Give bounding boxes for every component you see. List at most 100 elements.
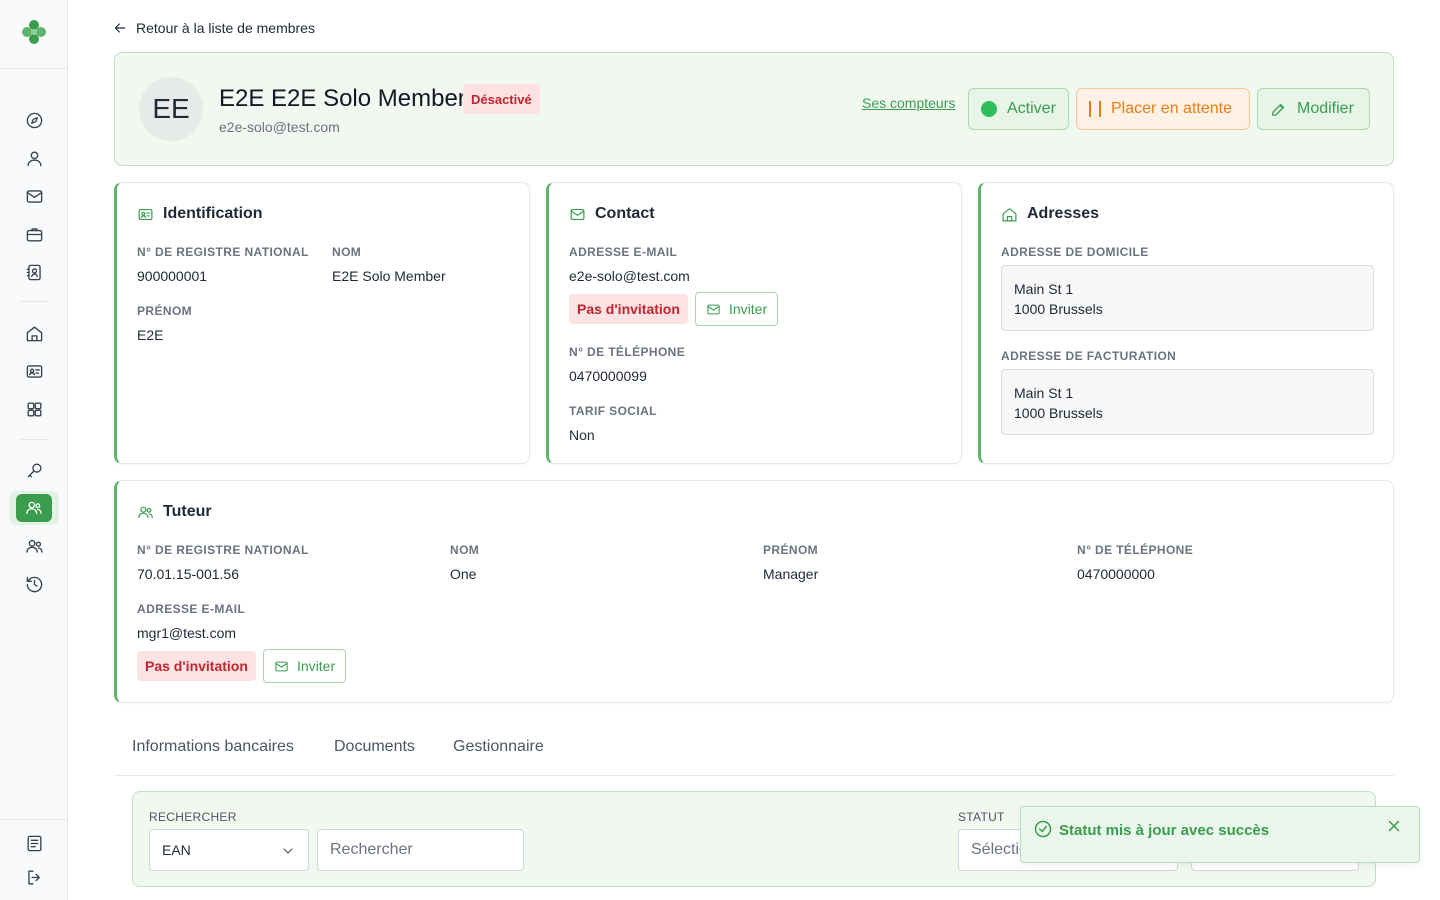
status-filter-label: STATUT — [958, 810, 1005, 824]
tab-documents[interactable]: Documents — [334, 738, 415, 756]
addresses-title: Adresses — [1001, 205, 1099, 223]
id-card-icon[interactable] — [22, 359, 46, 383]
users-icon[interactable] — [22, 534, 46, 558]
search-input[interactable] — [317, 829, 524, 871]
tab-bank-info[interactable]: Informations bancaires — [132, 738, 294, 756]
identification-card: Identification N° DE REGISTRE NATIONAL 9… — [114, 182, 530, 464]
guardian-nrn-value: 70.01.15-001.56 — [137, 566, 239, 582]
key-icon[interactable] — [22, 458, 46, 482]
firstname-label: PRÉNOM — [137, 304, 193, 318]
social-tariff-value: Non — [569, 427, 595, 443]
back-to-members-link[interactable]: Retour à la liste de membres — [112, 20, 315, 36]
success-toast: Statut mis à jour avec succès — [1020, 806, 1420, 863]
guardian-phone-label: N° DE TÉLÉPHONE — [1077, 543, 1194, 557]
sidebar-divider — [0, 819, 68, 820]
sidebar — [0, 0, 68, 900]
edit-button-label: Modifier — [1297, 100, 1354, 117]
contact-title: Contact — [569, 205, 655, 223]
identification-title-text: Identification — [163, 205, 263, 222]
member-name: E2E E2E Solo Member — [219, 85, 466, 112]
avatar: EE — [139, 77, 203, 141]
tab-manager[interactable]: Gestionnaire — [453, 738, 544, 756]
guardian-nrn-label: N° DE REGISTRE NATIONAL — [137, 543, 309, 557]
id-card-icon — [138, 208, 153, 220]
billing-address-label: ADRESSE DE FACTURATION — [1001, 349, 1177, 363]
back-link-label: Retour à la liste de membres — [136, 20, 315, 36]
user-icon[interactable] — [22, 146, 46, 170]
contact-book-icon[interactable] — [22, 260, 46, 284]
lastname-label: NOM — [332, 245, 362, 259]
hold-button-label: Placer en attente — [1111, 100, 1232, 117]
mail-icon — [570, 208, 585, 220]
edit-button[interactable]: Modifier — [1257, 88, 1370, 130]
phone-label: N° DE TÉLÉPHONE — [569, 345, 686, 359]
mail-icon[interactable] — [22, 184, 46, 208]
guardian-card: Tuteur N° DE REGISTRE NATIONAL 70.01.15-… — [114, 480, 1394, 703]
close-icon[interactable] — [1385, 817, 1405, 837]
invitation-status-badge: Pas d'invitation — [569, 294, 688, 324]
contact-title-text: Contact — [595, 205, 655, 222]
toast-message: Statut mis à jour avec succès — [1059, 822, 1270, 839]
pause-icon — [1089, 101, 1101, 117]
users-icon — [138, 506, 153, 518]
lastname-value: E2E Solo Member — [332, 268, 446, 284]
counters-link[interactable]: Ses compteurs — [862, 95, 955, 111]
guardian-title: Tuteur — [137, 503, 212, 521]
contact-card: Contact ADRESSE E-MAIL e2e-solo@test.com… — [546, 182, 962, 464]
mail-icon — [707, 304, 720, 314]
guardian-firstname-value: Manager — [763, 566, 819, 582]
home-address-box: Main St 1 1000 Brussels — [1001, 265, 1374, 331]
grid-icon[interactable] — [22, 397, 46, 421]
pencil-icon — [1272, 103, 1285, 116]
guardian-phone-value: 0470000000 — [1077, 566, 1155, 582]
nrn-label: N° DE REGISTRE NATIONAL — [137, 245, 309, 259]
guardian-invitation-status-badge: Pas d'invitation — [137, 651, 256, 681]
logout-icon[interactable] — [22, 865, 46, 889]
addresses-title-text: Adresses — [1027, 205, 1100, 222]
document-list-icon[interactable] — [22, 831, 46, 855]
billing-address-line2: 1000 Brussels — [1014, 405, 1103, 421]
mail-icon — [275, 661, 288, 671]
home-address-line1: Main St 1 — [1014, 281, 1074, 297]
nrn-value: 900000001 — [137, 268, 208, 284]
guardian-email-value: mgr1@test.com — [137, 625, 237, 641]
billing-address-box: Main St 1 1000 Brussels — [1001, 369, 1374, 435]
history-icon[interactable] — [22, 572, 46, 596]
guardian-lastname-label: NOM — [450, 543, 480, 557]
home-address-line2: 1000 Brussels — [1014, 301, 1103, 317]
home-icon[interactable] — [22, 321, 46, 345]
compass-icon[interactable] — [22, 108, 46, 132]
guardian-title-text: Tuteur — [163, 503, 212, 520]
home-address-label: ADRESSE DE DOMICILE — [1001, 245, 1149, 259]
firstname-value: E2E — [137, 327, 164, 343]
sidebar-divider — [20, 301, 48, 302]
sidebar-divider — [20, 439, 48, 440]
phone-value: 0470000099 — [569, 368, 647, 384]
identification-title: Identification — [137, 205, 263, 223]
email-value: e2e-solo@test.com — [569, 268, 690, 284]
activate-button-label: Activer — [1007, 100, 1056, 117]
status-dot-icon — [981, 101, 997, 117]
activate-button[interactable]: Activer — [968, 88, 1069, 130]
guardian-invite-button[interactable]: Inviter — [263, 649, 347, 683]
invite-button[interactable]: Inviter — [695, 292, 779, 326]
email-label: ADRESSE E-MAIL — [569, 245, 678, 259]
guardian-email-label: ADRESSE E-MAIL — [137, 602, 246, 616]
social-tariff-label: TARIF SOCIAL — [569, 404, 657, 418]
briefcase-icon[interactable] — [22, 222, 46, 246]
guardian-invite-button-label: Inviter — [297, 658, 336, 674]
arrow-left-icon — [114, 23, 126, 33]
chevron-down-icon — [283, 848, 293, 854]
clover-logo-icon[interactable] — [20, 18, 48, 48]
guardian-firstname-label: PRÉNOM — [763, 543, 819, 557]
invite-button-label: Inviter — [729, 301, 768, 317]
status-badge: Désactivé — [463, 84, 540, 114]
hold-button[interactable]: Placer en attente — [1076, 88, 1250, 130]
member-email: e2e-solo@test.com — [219, 119, 340, 135]
detail-tabs: Informations bancaires Documents Gestion… — [114, 727, 1394, 776]
home-icon — [1002, 207, 1017, 221]
addresses-card: Adresses ADRESSE DE DOMICILE Main St 1 1… — [978, 182, 1394, 464]
search-label: RECHERCHER — [149, 810, 237, 824]
search-type-select[interactable]: EAN — [149, 829, 309, 871]
members-nav-icon[interactable] — [16, 494, 52, 522]
